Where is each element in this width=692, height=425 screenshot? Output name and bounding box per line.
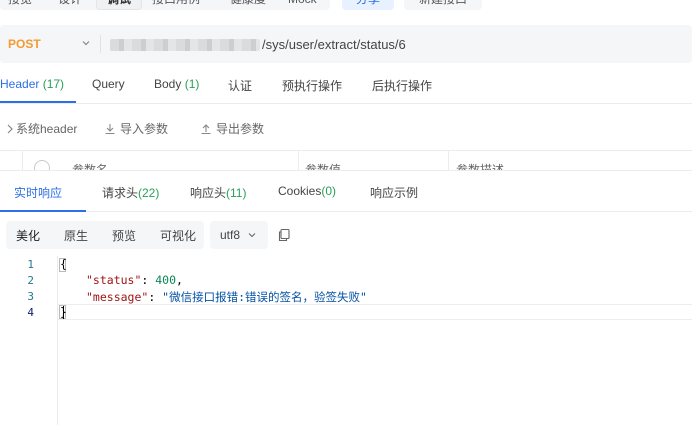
tab-response-headers[interactable]: 响应头(11) — [190, 184, 246, 201]
new-interface-button[interactable]: 新建接口 — [404, 0, 482, 10]
url-divider — [100, 35, 101, 53]
export-params-button[interactable]: 导出参数 — [200, 120, 264, 137]
method-select[interactable]: POST — [0, 25, 100, 63]
request-url-bar: POST /sys/user/extract/status/6 — [0, 25, 692, 63]
tab-test-cases[interactable]: 接口用例 — [152, 0, 200, 10]
line-number: 3 — [27, 290, 34, 303]
view-pretty-button[interactable]: 美化 — [16, 227, 40, 244]
method-label: POST — [8, 37, 41, 51]
top-tab-strip: 接览 设计 调试 接口用例 健康度 Mock 分享 新建接口 — [0, 0, 692, 10]
code-line: "message": "微信接口报错:错误的签名，验签失败" — [86, 290, 367, 304]
line-number: 4 — [27, 306, 34, 319]
encoding-value: utf8 — [220, 228, 241, 242]
encoding-select[interactable]: utf8 — [210, 221, 268, 249]
import-icon — [105, 124, 115, 135]
line-number: 1 — [27, 258, 34, 271]
tab-realtime-response[interactable]: 实时响应 — [14, 184, 62, 201]
column-separator — [22, 151, 23, 170]
code-line: "status": 400, — [86, 273, 183, 287]
active-tab-underline — [0, 101, 76, 103]
tab-design[interactable]: 设计 — [58, 0, 82, 10]
header-toolbar: 系统header 导入参数 导出参数 — [0, 118, 692, 138]
text-cursor — [63, 306, 64, 319]
tab-post-script[interactable]: 后执行操作 — [372, 77, 432, 94]
column-param-value: 参数值 — [305, 163, 342, 170]
request-tabs: Header (17) Query Body (1) 认证 预执行操作 后执行操… — [0, 70, 692, 104]
tab-request-headers[interactable]: 请求头(22) — [102, 184, 159, 201]
export-icon — [201, 124, 211, 135]
column-param-desc: 参数描述 — [456, 163, 505, 170]
tab-response-example[interactable]: 响应示例 — [370, 184, 418, 201]
redacted-url-host — [110, 39, 260, 51]
column-param-name: 参数名 — [72, 163, 109, 170]
column-separator — [298, 151, 299, 170]
tab-pre-script[interactable]: 预执行操作 — [282, 77, 342, 94]
view-preview-button[interactable]: 预览 — [112, 227, 136, 244]
copy-icon[interactable] — [277, 228, 291, 242]
current-line-highlight — [58, 304, 692, 320]
select-all-checkbox[interactable] — [34, 160, 50, 170]
import-params-button[interactable]: 导入参数 — [104, 120, 168, 137]
tab-header[interactable]: Header (17) — [0, 77, 64, 91]
view-raw-button[interactable]: 原生 — [64, 227, 88, 244]
tab-mock[interactable]: Mock — [288, 0, 317, 10]
code-line: { — [60, 257, 67, 271]
tab-query[interactable]: Query — [92, 77, 125, 91]
chevron-right-icon — [7, 124, 13, 134]
system-header-toggle[interactable]: 系统header — [6, 120, 77, 137]
chevron-down-icon — [82, 41, 90, 46]
param-table-header: 参数名 参数值 参数描述 — [0, 150, 692, 170]
response-tabs: 实时响应 请求头(22) 响应头(11) Cookies(0) 响应示例 — [0, 170, 692, 212]
chevron-down-icon — [248, 233, 256, 238]
tab-auth[interactable]: 认证 — [228, 77, 252, 94]
tab-health[interactable]: 健康度 — [230, 0, 266, 10]
view-mode-group: 美化 原生 预览 可视化 — [6, 221, 204, 249]
response-view-toolbar: 美化 原生 预览 可视化 utf8 — [0, 220, 692, 250]
active-response-tab-underline — [0, 210, 86, 212]
line-number-gutter: 1 2 3 4 — [0, 256, 58, 425]
view-visualize-button[interactable]: 可视化 — [160, 227, 196, 244]
tab-body[interactable]: Body (1) — [154, 77, 199, 91]
column-separator — [448, 151, 449, 170]
tab-overview[interactable]: 接览 — [8, 0, 32, 10]
tab-debug[interactable]: 调试 — [96, 0, 143, 10]
tab-cookies[interactable]: Cookies(0) — [278, 184, 336, 198]
share-button[interactable]: 分享 — [342, 0, 394, 10]
url-input[interactable]: /sys/user/extract/status/6 — [262, 37, 406, 52]
response-body-editor[interactable]: 1 2 3 4 { "status": 400, "message": "微信接… — [0, 256, 692, 425]
line-number: 2 — [27, 274, 34, 287]
